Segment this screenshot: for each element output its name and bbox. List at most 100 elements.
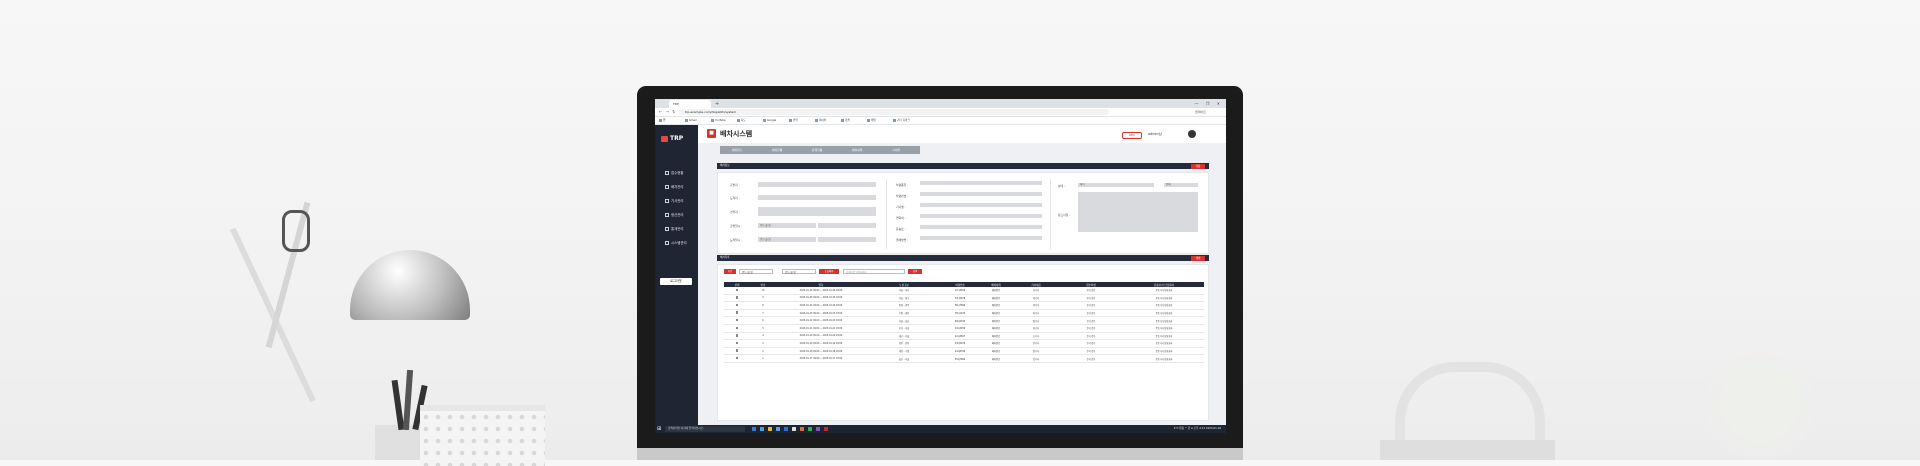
app-icon[interactable] bbox=[800, 427, 804, 431]
sidebar-item-stats[interactable]: 통계관리 bbox=[665, 226, 683, 231]
app-icon[interactable] bbox=[824, 427, 828, 431]
save-button[interactable]: 저장 bbox=[1191, 163, 1205, 169]
bookmark-item[interactable]: 메일 bbox=[867, 117, 876, 124]
table-row[interactable]: 4 2023-01-20 09:00 ~ 2023-01-20 18:00 대구 -… bbox=[724, 332, 1204, 341]
form-section-title: 배차정보 bbox=[720, 164, 730, 167]
bookmark-item[interactable]: 앱 bbox=[659, 117, 665, 124]
waypoint-field[interactable] bbox=[758, 207, 876, 216]
url-input[interactable]: trp.example.com/dispatch/system bbox=[679, 109, 1109, 115]
task-view-icon[interactable] bbox=[752, 427, 756, 431]
row-checkbox[interactable] bbox=[735, 303, 739, 307]
row-checkbox[interactable] bbox=[735, 356, 739, 360]
sidebar-item-settlement[interactable]: 정산관리 bbox=[665, 212, 683, 217]
window-controls[interactable]: — ❐ ✕ bbox=[1195, 100, 1223, 107]
table-row[interactable]: 3 2023-01-19 09:00 ~ 2023-01-19 18:00 광주 -… bbox=[724, 339, 1204, 348]
row-checkbox[interactable] bbox=[735, 326, 739, 330]
period-button[interactable]: 기간 bbox=[724, 269, 736, 274]
tab-by-driver[interactable]: 기사별 bbox=[892, 146, 900, 154]
tab-operation-status[interactable]: 운행현황 bbox=[812, 146, 822, 154]
notice-badge[interactable]: NEW bbox=[1122, 132, 1142, 139]
bookmark-item[interactable]: 네이버 bbox=[815, 117, 826, 124]
cell-date: 2023-01-19 09:00 ~ 2023-01-19 18:00 bbox=[776, 339, 866, 348]
app-icon: ■ bbox=[707, 129, 716, 138]
table-row[interactable]: 7 2023-01-23 09:00 ~ 2023-01-23 18:00 수원 -… bbox=[724, 309, 1204, 318]
fare-field[interactable] bbox=[920, 225, 1042, 229]
nav-buttons[interactable]: ← → ↻ bbox=[659, 109, 677, 115]
page-title: 배차시스템 bbox=[720, 130, 753, 138]
sidebar-item-system[interactable]: 시스템관리 bbox=[665, 240, 687, 245]
payment-field[interactable] bbox=[920, 236, 1042, 240]
folder-icon[interactable] bbox=[768, 427, 772, 431]
system-tray[interactable]: 2°C 맑음 ^ 한 A 오후 4:12 2023-01-26 bbox=[1174, 425, 1221, 433]
arrival-date[interactable]: 연도-월-일 bbox=[758, 237, 816, 242]
departure-time[interactable] bbox=[818, 223, 876, 228]
table-row[interactable]: 6 2023-01-22 09:00 ~ 2023-01-22 18:00 서울 -… bbox=[724, 316, 1204, 325]
mail-icon[interactable] bbox=[784, 427, 788, 431]
main-content: ■ 배차시스템 NEW admin님 배차접수 배차현황 운행현황 배차내역 기… bbox=[698, 125, 1226, 425]
sidebar-item-dispatch[interactable]: 배차관리 bbox=[665, 184, 683, 189]
contact-field[interactable] bbox=[920, 214, 1042, 218]
date-from-input[interactable]: 연도-월-일 bbox=[739, 269, 773, 274]
row-checkbox[interactable] bbox=[735, 311, 739, 314]
today-dispatch-button[interactable]: 오늘배차 bbox=[819, 269, 839, 274]
app-icon[interactable] bbox=[816, 427, 820, 431]
bookmark-item[interactable]: 기타 북마크 bbox=[893, 117, 910, 124]
tab-dispatch-history[interactable]: 배차내역 bbox=[852, 146, 862, 154]
excel-button[interactable]: 엑셀 bbox=[1191, 255, 1205, 261]
row-checkbox[interactable] bbox=[735, 288, 739, 292]
driver-field[interactable] bbox=[920, 203, 1042, 207]
car-number-field[interactable] bbox=[920, 192, 1042, 196]
browser-tab[interactable]: TRP bbox=[669, 100, 711, 108]
bookmark-item[interactable]: 지도 bbox=[737, 117, 746, 124]
destination-field[interactable] bbox=[758, 195, 876, 200]
profile-button[interactable]: 업데이트 bbox=[1195, 109, 1206, 115]
tab-dispatch-receipt[interactable]: 배차접수 bbox=[732, 146, 742, 154]
cell-driver: 임기사 bbox=[1014, 354, 1058, 363]
bookmark-item[interactable]: 번역 bbox=[789, 117, 798, 124]
row-checkbox[interactable] bbox=[735, 341, 739, 345]
row-checkbox[interactable] bbox=[735, 318, 739, 322]
table-row[interactable]: 1 2023-01-17 09:00 ~ 2023-01-17 18:00 울산 -… bbox=[724, 354, 1204, 363]
date-to-input[interactable]: 연도-월-일 bbox=[782, 269, 816, 274]
table-row[interactable]: 10 2023-01-26 09:00 ~ 2023-01-26 18:00 서울 … bbox=[724, 287, 1204, 295]
cell-no: 5 bbox=[750, 324, 776, 333]
chrome-icon[interactable] bbox=[792, 427, 796, 431]
cell-office: 본사 접수 bbox=[1058, 332, 1124, 341]
table-row[interactable]: 2 2023-01-18 09:00 ~ 2023-01-18 18:00 대전 -… bbox=[724, 347, 1204, 356]
table-row[interactable]: 9 2023-01-25 09:00 ~ 2023-01-25 18:00 서울 -… bbox=[724, 294, 1204, 303]
taskbar-search-input[interactable]: 검색하려면 여기에 입력하십시오. bbox=[665, 426, 745, 432]
bookmark-item[interactable]: Gmail bbox=[685, 117, 697, 124]
logout-button[interactable]: 로그아웃 bbox=[660, 278, 692, 285]
row-checkbox[interactable] bbox=[735, 296, 739, 299]
user-name[interactable]: admin님 bbox=[1148, 132, 1162, 137]
logo[interactable]: TRP bbox=[670, 135, 683, 142]
table-row[interactable]: 5 2023-01-21 09:00 ~ 2023-01-21 18:00 부산 -… bbox=[724, 324, 1204, 333]
status-select[interactable]: 대기 bbox=[1078, 183, 1154, 187]
excel-icon[interactable] bbox=[808, 427, 812, 431]
status-filter-select[interactable]: 전체 bbox=[1164, 183, 1198, 187]
tab-dispatch-status[interactable]: 배차현황 bbox=[772, 146, 782, 154]
departure-date[interactable]: 연도-월-일 bbox=[758, 223, 816, 228]
row-checkbox[interactable] bbox=[735, 349, 739, 352]
memo-textarea[interactable] bbox=[1078, 192, 1198, 232]
bookmark-item[interactable]: YouTube bbox=[711, 117, 726, 124]
cell-route: 부산 - 서울 bbox=[866, 324, 942, 333]
car-type-select[interactable] bbox=[920, 181, 1042, 185]
edge-icon[interactable] bbox=[760, 427, 764, 431]
store-icon[interactable] bbox=[776, 427, 780, 431]
avatar[interactable] bbox=[1188, 130, 1196, 138]
sidebar-item-drivers[interactable]: 기사관리 bbox=[665, 198, 683, 203]
arrival-time[interactable] bbox=[818, 237, 876, 242]
bookmark-item[interactable]: Google bbox=[763, 117, 776, 124]
search-input[interactable]: 검색어를 입력하세요 bbox=[843, 269, 905, 274]
windows-start-icon[interactable]: ⊞ bbox=[657, 426, 663, 432]
table-row[interactable]: 8 2023-01-24 09:00 ~ 2023-01-24 18:00 인천 -… bbox=[724, 301, 1204, 310]
new-tab-button[interactable]: + bbox=[715, 100, 719, 108]
bookmark-item[interactable]: 검색 bbox=[841, 117, 850, 124]
origin-field[interactable] bbox=[758, 182, 876, 187]
cell-office: 본사 접수 bbox=[1058, 309, 1124, 318]
row-checkbox-cell bbox=[724, 324, 750, 333]
search-button[interactable]: 검색 bbox=[908, 269, 922, 274]
row-checkbox[interactable] bbox=[735, 334, 739, 337]
sidebar-item-reception[interactable]: 접수현황 bbox=[665, 170, 683, 175]
